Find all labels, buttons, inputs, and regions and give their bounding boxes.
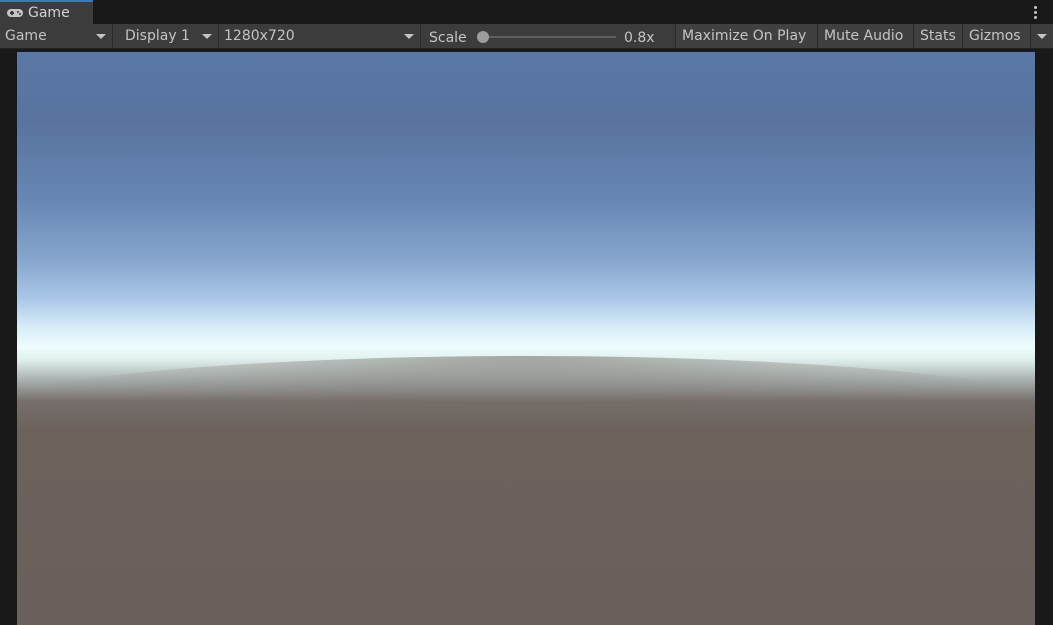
scale-value: 0.8x bbox=[624, 29, 655, 46]
chevron-down-icon bbox=[404, 34, 414, 39]
gizmos-label: Gizmos bbox=[969, 28, 1021, 44]
chevron-down-icon bbox=[96, 34, 106, 39]
game-viewport[interactable] bbox=[17, 52, 1035, 625]
view-mode-dropdown[interactable]: Game bbox=[0, 24, 113, 48]
chevron-down-icon bbox=[1037, 34, 1047, 39]
stats-button[interactable]: Stats bbox=[913, 24, 962, 48]
gizmos-button[interactable]: Gizmos bbox=[962, 24, 1030, 48]
tab-bar: Game bbox=[0, 0, 1053, 24]
view-mode-label: Game bbox=[5, 28, 47, 44]
stats-label: Stats bbox=[920, 28, 956, 44]
resolution-label: 1280x720 bbox=[224, 28, 295, 44]
maximize-on-play-label: Maximize On Play bbox=[682, 28, 807, 44]
display-label: Display 1 bbox=[125, 28, 190, 44]
scale-label: Scale bbox=[429, 29, 467, 46]
skybox bbox=[17, 52, 1035, 625]
chevron-down-icon bbox=[202, 34, 212, 39]
display-dropdown[interactable]: Display 1 bbox=[113, 24, 219, 48]
tab-game[interactable]: Game bbox=[0, 0, 93, 24]
game-toolbar: Game Display 1 1280x720 Scale 0.8x Maxim… bbox=[0, 24, 1053, 49]
scale-control: Scale 0.8x bbox=[421, 24, 675, 48]
gizmos-dropdown[interactable] bbox=[1030, 24, 1053, 48]
mute-audio-label: Mute Audio bbox=[824, 28, 904, 44]
mute-audio-button[interactable]: Mute Audio bbox=[817, 24, 913, 48]
scale-slider-thumb[interactable] bbox=[477, 31, 489, 43]
kebab-menu-icon[interactable] bbox=[1029, 3, 1041, 21]
maximize-on-play-button[interactable]: Maximize On Play bbox=[675, 24, 817, 48]
resolution-dropdown[interactable]: 1280x720 bbox=[219, 24, 421, 48]
tab-label: Game bbox=[28, 5, 70, 21]
gamepad-icon bbox=[7, 9, 23, 17]
scale-slider-track[interactable] bbox=[481, 36, 616, 38]
